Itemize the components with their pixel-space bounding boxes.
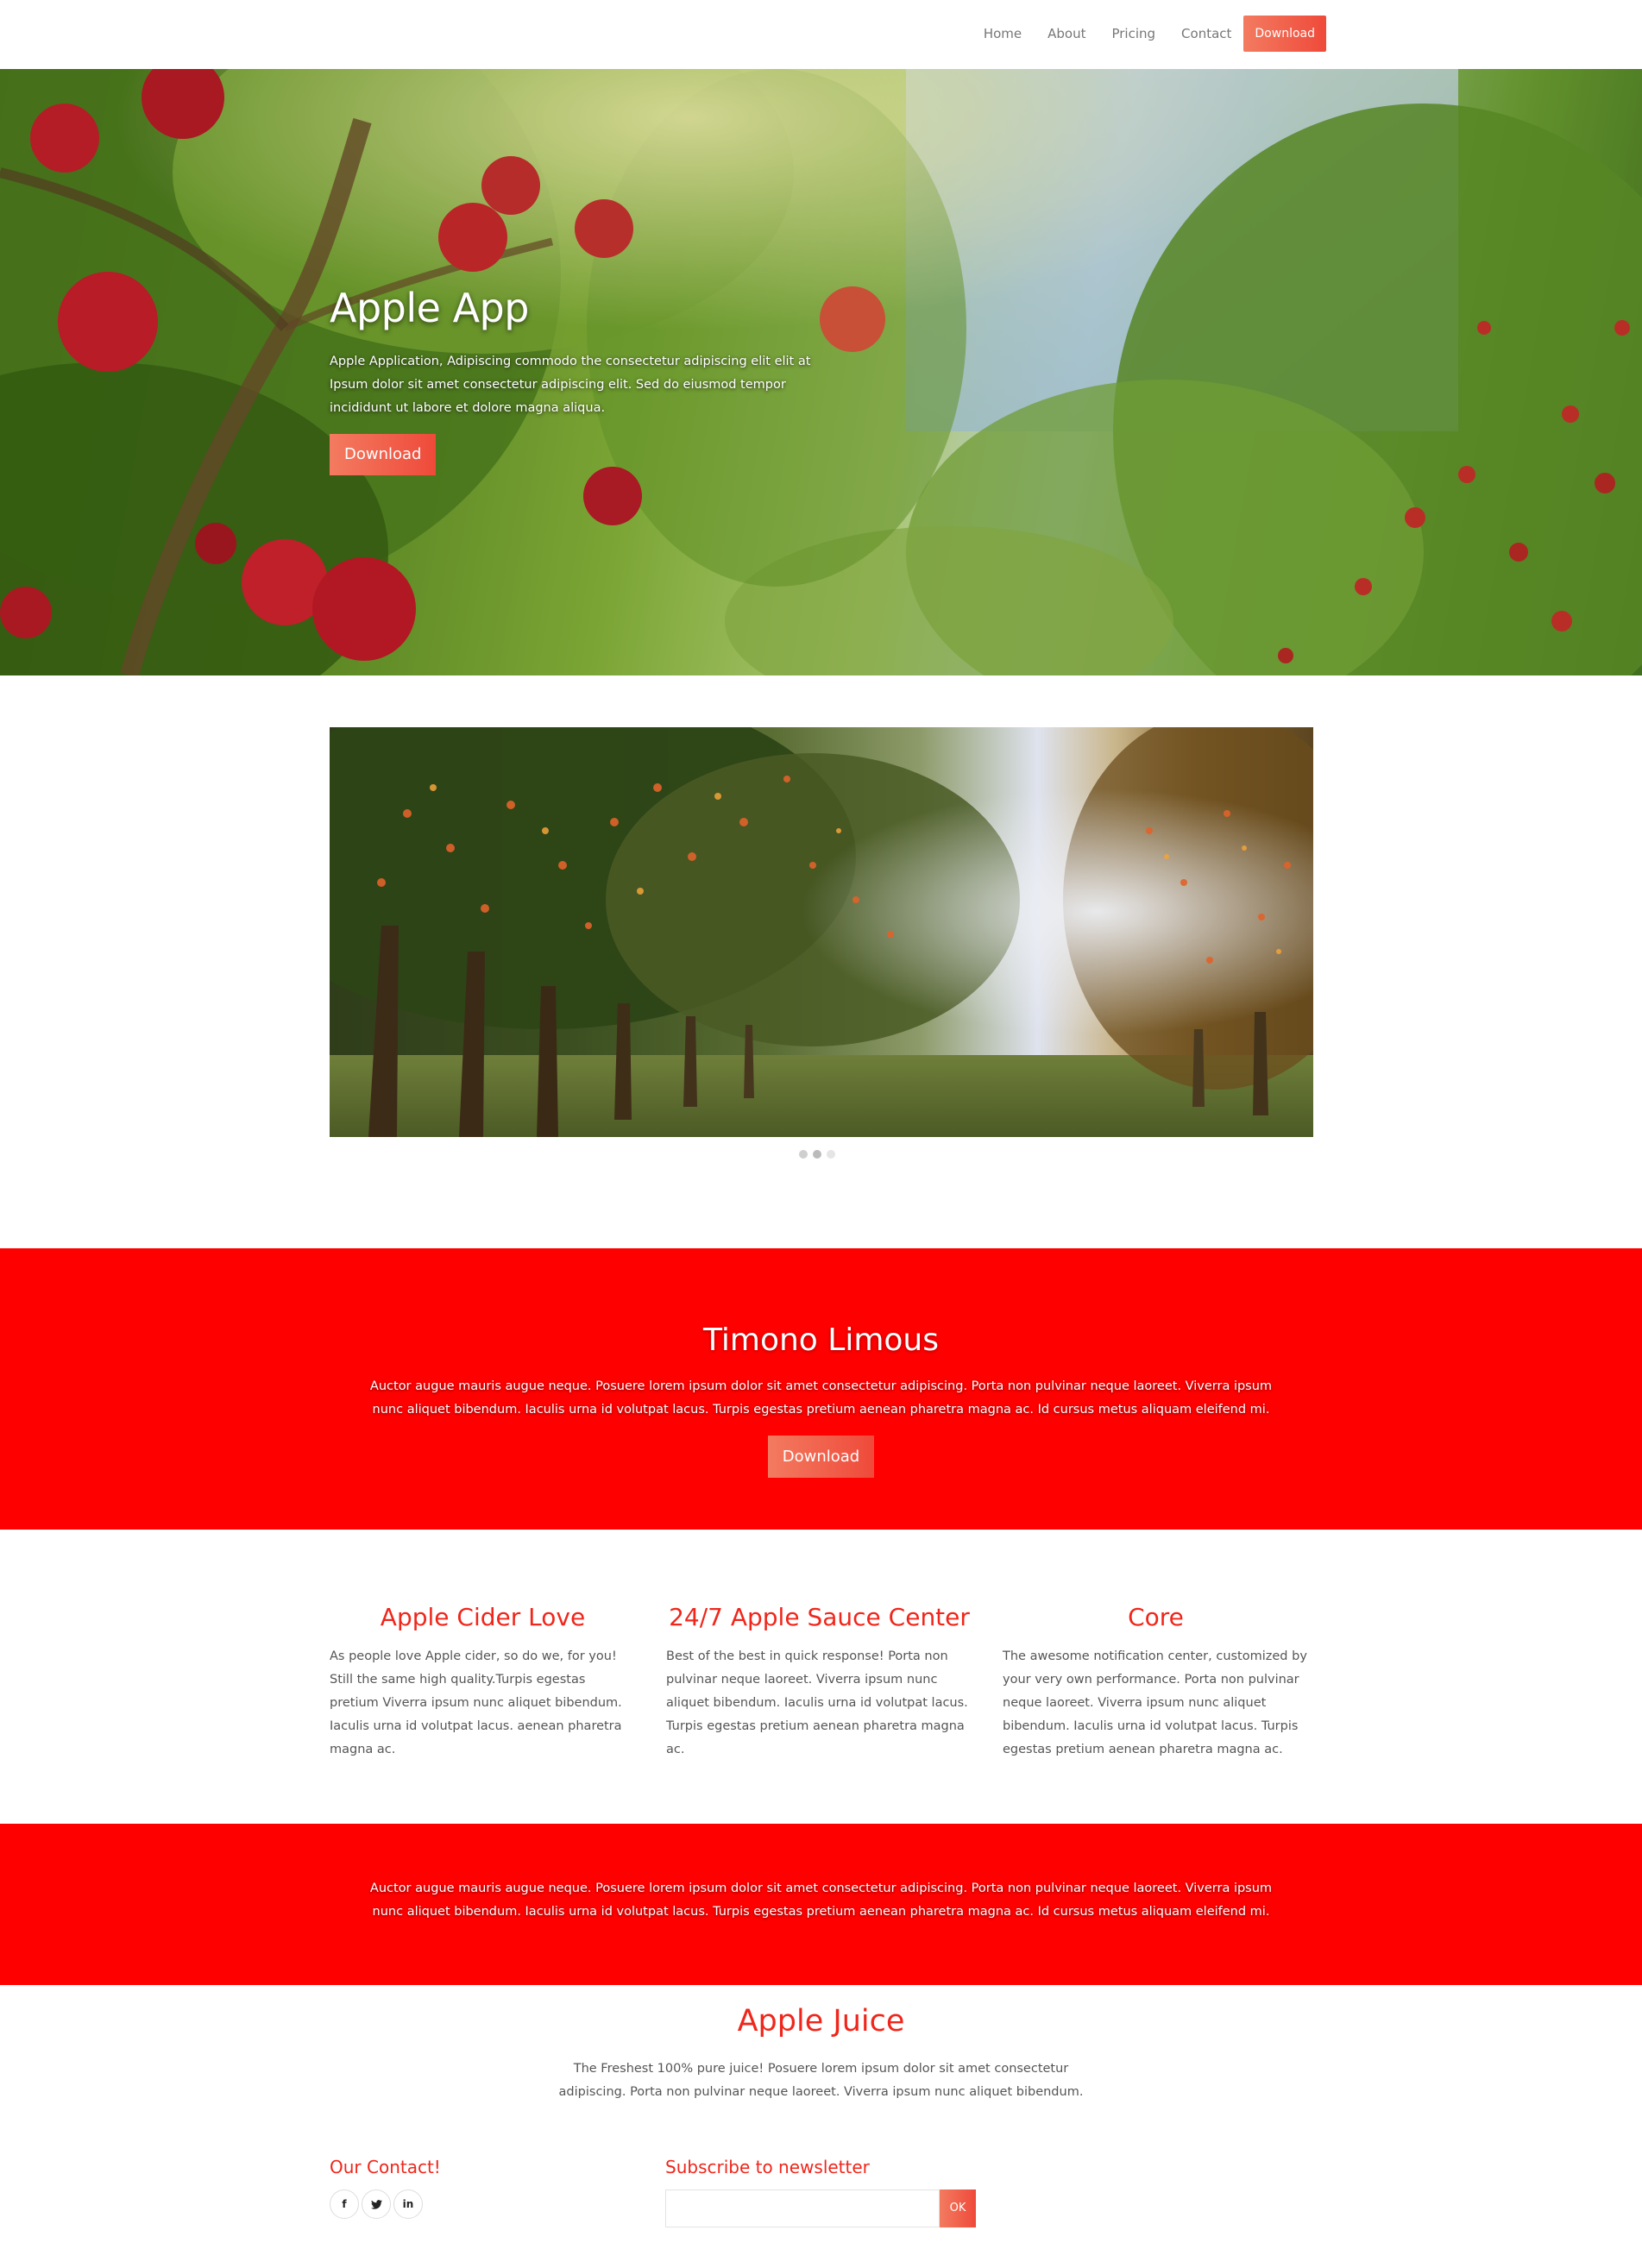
info-band: Auctor augue mauris augue neque. Posuere… (0, 1824, 1642, 1985)
slider-pagination (799, 1150, 840, 1159)
twitter-icon[interactable] (362, 2189, 391, 2219)
slider-dot-1[interactable] (799, 1150, 808, 1159)
newsletter-block: Subscribe to newsletter OK (665, 2157, 976, 2227)
feature-title: Core (1128, 1603, 1184, 1631)
top-navbar: Home About Pricing Contact Download (0, 0, 1642, 69)
nav-download-button[interactable]: Download (1243, 16, 1326, 52)
slider-dot-2[interactable] (813, 1150, 821, 1159)
feature-apple-sauce: 24/7 Apple Sauce Center Best of the best… (666, 1603, 972, 1762)
feature-apple-cider: Apple Cider Love As people love Apple ci… (330, 1603, 636, 1762)
social-links: f in (330, 2189, 441, 2219)
nav-link-contact[interactable]: Contact (1181, 16, 1231, 52)
feature-text: The awesome notification center, customi… (1003, 1649, 1307, 1756)
facebook-icon[interactable]: f (330, 2189, 359, 2219)
nav-link-pricing[interactable]: Pricing (1111, 16, 1155, 52)
newsletter-title: Subscribe to newsletter (665, 2157, 870, 2177)
info-band-text: Auctor augue mauris augue neque. Posuere… (369, 1882, 1273, 1919)
newsletter-form: OK (665, 2189, 976, 2227)
linkedin-icon[interactable]: in (393, 2189, 423, 2219)
contact-title: Our Contact! (330, 2157, 441, 2177)
cta-title: Timono Limous (703, 1322, 939, 1358)
juice-title: Apple Juice (737, 2004, 905, 2039)
nav-links: Home About Pricing Contact Download (958, 16, 1326, 52)
hero-description: Apple Application, Adipiscing commodo th… (330, 355, 811, 415)
feature-core: Core The awesome notification center, cu… (1003, 1603, 1309, 1762)
hero-content: Apple App Apple Application, Adipiscing … (330, 285, 813, 475)
feature-title: Apple Cider Love (380, 1603, 586, 1631)
slider-orchard-image (330, 727, 1313, 1137)
newsletter-submit-button[interactable]: OK (940, 2189, 976, 2227)
hero-title: Apple App (330, 285, 529, 331)
newsletter-email-input[interactable] (665, 2189, 940, 2227)
nav-link-home[interactable]: Home (984, 16, 1022, 52)
hero-orchard-image (0, 69, 1642, 675)
juice-text: The Freshest 100% pure juice! Posuere lo… (558, 2062, 1084, 2099)
apple-juice-section: Apple Juice The Freshest 100% pure juice… (0, 2004, 1642, 2104)
image-slider[interactable] (330, 727, 1313, 1137)
hero-section: Apple App Apple Application, Adipiscing … (0, 69, 1642, 675)
feature-title: 24/7 Apple Sauce Center (669, 1603, 970, 1631)
nav-link-about[interactable]: About (1047, 16, 1085, 52)
cta-download-button[interactable]: Download (767, 1436, 875, 1478)
hero-download-button[interactable]: Download (330, 434, 437, 475)
feature-text: As people love Apple cider, so do we, fo… (330, 1649, 622, 1756)
cta-text: Auctor augue mauris augue neque. Posuere… (369, 1379, 1273, 1417)
cta-band: Timono Limous Auctor augue mauris augue … (0, 1248, 1642, 1530)
slider-dot-3[interactable] (827, 1150, 835, 1159)
contact-block: Our Contact! f in (330, 2157, 441, 2219)
features-section: Apple Cider Love As people love Apple ci… (330, 1603, 1313, 1762)
feature-text: Best of the best in quick response! Port… (666, 1649, 968, 1756)
